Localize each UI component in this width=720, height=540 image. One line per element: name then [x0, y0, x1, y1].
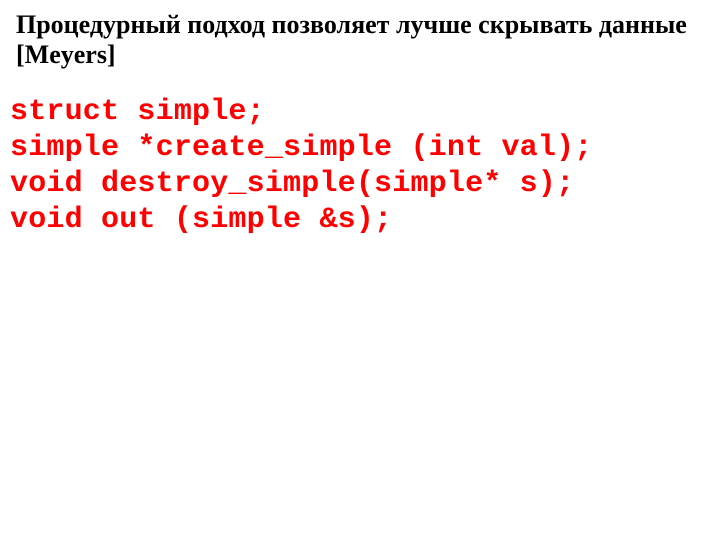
code-line-4: void out (simple &s);: [10, 203, 392, 237]
code-block: struct simple; simple *create_simple (in…: [10, 94, 712, 238]
code-line-3: void destroy_simple(simple* s);: [10, 167, 574, 201]
slide: Процедурный подход позволяет лучше скрыв…: [0, 0, 720, 540]
code-line-1: struct simple;: [10, 95, 265, 129]
code-line-2: simple *create_simple (int val);: [10, 131, 593, 165]
slide-title: Процедурный подход позволяет лучше скрыв…: [16, 10, 712, 70]
